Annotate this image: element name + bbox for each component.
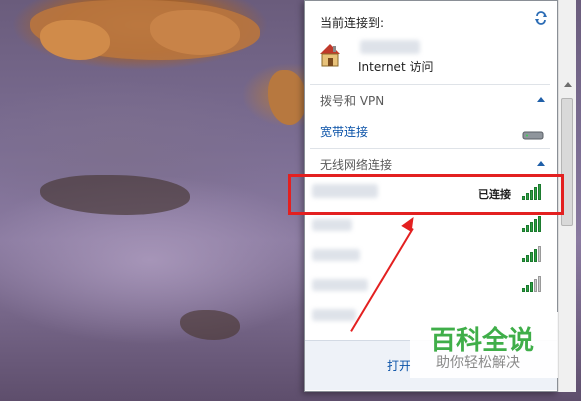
network-name-redacted — [312, 279, 368, 291]
watermark-subtitle: 助你轻松解决 — [436, 355, 520, 371]
refresh-icon[interactable] — [534, 10, 548, 25]
collapse-wireless-icon[interactable] — [537, 161, 545, 166]
network-name-redacted — [312, 249, 360, 261]
network-name-redacted — [312, 309, 356, 321]
section-divider — [310, 148, 550, 149]
wifi-network-row[interactable] — [306, 213, 556, 241]
wifi-signal-icon — [522, 246, 544, 262]
broadband-connection-item[interactable]: 宽带连接 — [320, 123, 368, 140]
wifi-network-row[interactable] — [306, 243, 556, 271]
connected-to-label: 当前连接到: — [320, 16, 385, 30]
modem-icon — [522, 126, 544, 140]
wifi-signal-icon — [522, 276, 544, 292]
wireless-section-header: 无线网络连接 — [320, 158, 393, 172]
open-network-center-link[interactable]: 打开 — [387, 357, 411, 374]
network-house-icon — [318, 42, 342, 70]
network-name-redacted — [312, 219, 352, 231]
network-access-label: Internet 访问 — [358, 60, 434, 74]
annotation-highlight-box — [288, 174, 564, 215]
network-name-redacted — [360, 40, 420, 54]
wifi-signal-icon — [522, 216, 544, 232]
scroll-up-icon[interactable] — [564, 82, 572, 87]
wifi-network-row[interactable] — [306, 273, 556, 301]
section-divider — [310, 84, 550, 85]
dialup-vpn-header: 拨号和 VPN — [320, 94, 385, 108]
collapse-dialup-icon[interactable] — [537, 97, 545, 102]
